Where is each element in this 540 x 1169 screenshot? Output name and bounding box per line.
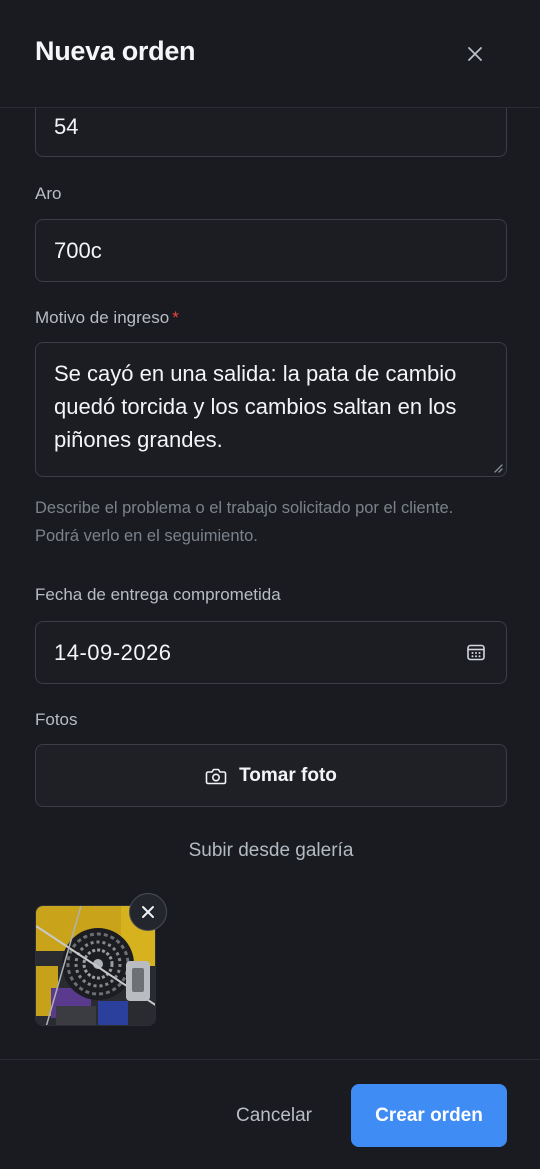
photos-label: Fotos bbox=[35, 710, 78, 729]
modal-title: Nueva orden bbox=[35, 36, 196, 66]
modal-header: Nueva orden bbox=[0, 0, 540, 108]
close-icon bbox=[142, 906, 154, 918]
camera-icon bbox=[205, 768, 227, 784]
reason-textarea[interactable]: Se cayó en una salida: la pata de cambio… bbox=[35, 342, 507, 477]
reason-help-text: Describe el problema o el trabajo solici… bbox=[35, 499, 454, 545]
resize-handle-icon[interactable] bbox=[492, 462, 504, 474]
reason-label: Motivo de ingreso * bbox=[35, 308, 179, 328]
rim-label: Aro bbox=[35, 184, 62, 203]
size-field[interactable]: 54 bbox=[35, 108, 507, 157]
required-marker: * bbox=[172, 308, 179, 327]
upload-from-gallery-button[interactable]: Subir desde galería bbox=[35, 840, 507, 862]
cancel-button[interactable]: Cancelar bbox=[214, 1084, 334, 1147]
calendar-icon[interactable] bbox=[466, 642, 486, 662]
take-photo-button[interactable]: Tomar foto bbox=[35, 744, 507, 807]
reason-value: Se cayó en una salida: la pata de cambio… bbox=[54, 361, 457, 452]
create-order-button[interactable]: Crear orden bbox=[351, 1084, 507, 1147]
new-order-modal: Nueva orden 54 Aro 700c Motivo de ingres… bbox=[0, 0, 540, 1169]
modal-body[interactable]: 54 Aro 700c Motivo de ingreso * Se cayó e… bbox=[0, 108, 540, 1059]
rim-value: 700c bbox=[54, 238, 102, 263]
modal-footer: Cancelar Crear orden bbox=[0, 1059, 540, 1169]
close-icon bbox=[468, 47, 482, 61]
take-photo-label: Tomar foto bbox=[239, 764, 337, 786]
close-button[interactable] bbox=[459, 38, 491, 70]
delivery-date-field[interactable]: 14-09-2026 bbox=[35, 621, 507, 684]
delivery-date-label: Fecha de entrega comprometida bbox=[35, 585, 281, 604]
remove-photo-button[interactable] bbox=[129, 893, 167, 931]
delivery-date-value: 14-09-2026 bbox=[54, 640, 172, 665]
size-value: 54 bbox=[54, 114, 79, 139]
reason-label-text: Motivo de ingreso bbox=[35, 308, 170, 327]
rim-field[interactable]: 700c bbox=[35, 219, 507, 282]
